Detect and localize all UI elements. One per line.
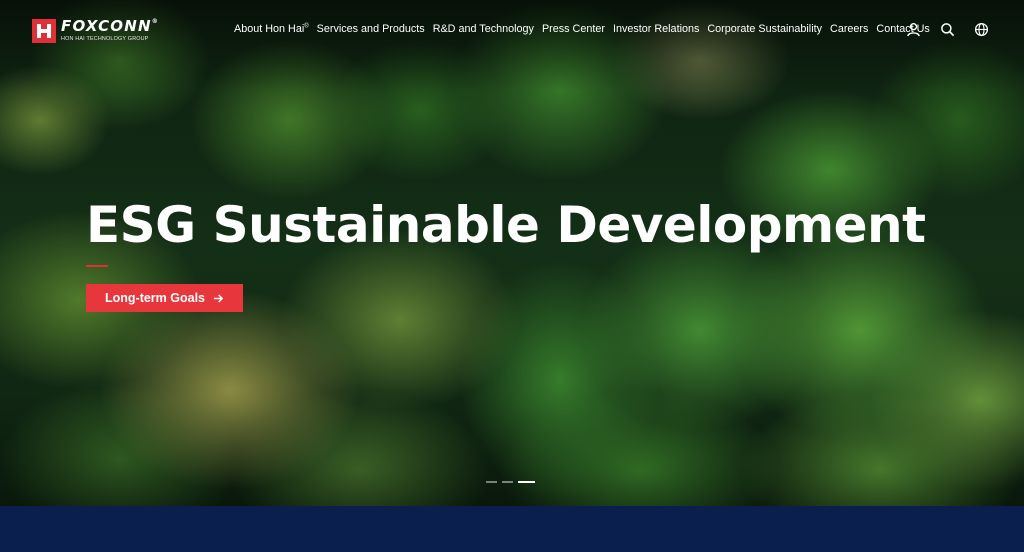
slide-indicators — [486, 481, 540, 483]
nav-item-about[interactable]: About Hon Hai® — [234, 23, 309, 35]
user-icon[interactable] — [906, 22, 921, 37]
slide-dot-1[interactable] — [486, 481, 497, 483]
search-icon[interactable] — [940, 22, 955, 37]
nav-item-services[interactable]: Services and Products — [317, 23, 425, 35]
slide-dot-3[interactable] — [518, 481, 535, 483]
bottom-section — [0, 506, 1024, 552]
header-icons — [906, 22, 1008, 37]
logo-tagline: HON HAI TECHNOLOGY GROUP — [61, 36, 149, 42]
cta-label: Long-term Goals — [104, 291, 205, 305]
hero-headline: ESG Sustainable Development — [86, 196, 926, 254]
nav-item-press[interactable]: Press Center — [542, 23, 605, 35]
globe-icon[interactable] — [974, 22, 989, 37]
nav-item-about-sup: ® — [304, 23, 309, 30]
logo-mark-icon — [32, 19, 56, 43]
foxconn-logo[interactable]: FOXCONN® HON HAI TECHNOLOGY GROUP — [32, 19, 159, 43]
nav-item-rnd[interactable]: R&D and Technology — [433, 23, 534, 35]
long-term-goals-button[interactable]: Long-term Goals — [86, 284, 243, 312]
nav-item-investor[interactable]: Investor Relations — [613, 23, 699, 35]
slide-dot-2[interactable] — [502, 481, 513, 483]
logo-registered: ® — [151, 18, 159, 25]
main-nav: About Hon Hai® Services and Products R&D… — [234, 23, 938, 35]
nav-item-sustainability[interactable]: Corporate Sustainability — [707, 23, 822, 35]
arrow-right-icon — [213, 293, 224, 303]
headline-accent-line — [86, 265, 108, 267]
top-navigation: FOXCONN® HON HAI TECHNOLOGY GROUP About … — [0, 0, 1024, 62]
nav-item-careers[interactable]: Careers — [830, 23, 868, 35]
logo-wordmark: FOXCONN® — [61, 17, 159, 35]
